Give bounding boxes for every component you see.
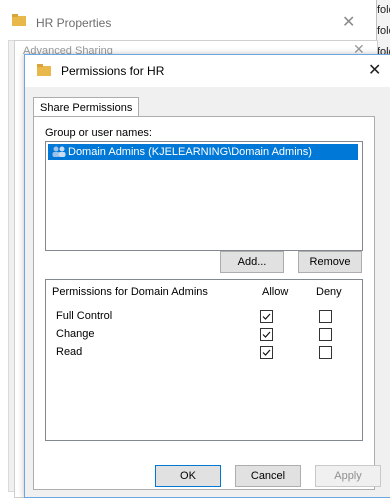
header-allow: Allow — [262, 286, 289, 298]
tab-share-permissions[interactable]: Share Permissions — [33, 97, 139, 118]
deny-checkbox[interactable] — [319, 310, 332, 323]
folder-icon — [37, 64, 51, 76]
list-item[interactable]: Domain Admins (KJELEARNING\Domain Admins… — [48, 144, 358, 160]
permission-name: Read — [56, 346, 83, 358]
window-title: HR Properties — [36, 16, 112, 30]
cancel-button[interactable]: Cancel — [235, 465, 301, 487]
header-deny: Deny — [316, 286, 342, 298]
check-icon — [262, 349, 271, 356]
group-list[interactable]: Domain Admins (KJELEARNING\Domain Admins… — [45, 141, 363, 251]
check-icon — [262, 331, 271, 338]
close-icon[interactable]: ✕ — [368, 60, 381, 80]
group-label: Group or user names: — [45, 127, 152, 139]
header-permissions: Permissions for Domain Admins — [52, 286, 208, 298]
deny-checkbox[interactable] — [319, 346, 332, 359]
folder-icon — [12, 14, 26, 26]
table-row: Read — [46, 344, 362, 362]
close-icon[interactable]: ✕ — [342, 12, 355, 32]
remove-button[interactable]: Remove — [298, 251, 362, 273]
permission-name: Full Control — [56, 310, 113, 322]
permissions-table: Permissions for Domain Admins Allow Deny… — [45, 279, 363, 441]
permissions-dialog: Permissions for HR ✕ Share Permissions G… — [24, 54, 390, 498]
peek-text: folde — [377, 4, 390, 16]
table-row: Change — [46, 326, 362, 344]
add-button[interactable]: Add... — [220, 251, 284, 273]
table-row: Full Control — [46, 308, 362, 326]
permission-name: Change — [56, 328, 95, 340]
table-header: Permissions for Domain Admins Allow Deny — [46, 286, 362, 300]
ok-button[interactable]: OK — [155, 465, 221, 487]
allow-checkbox[interactable] — [260, 346, 273, 359]
check-icon — [262, 313, 271, 320]
allow-checkbox[interactable] — [260, 310, 273, 323]
tab-label: Share Permissions — [40, 102, 133, 114]
list-item-label: Domain Admins (KJELEARNING\Domain Admins… — [68, 146, 312, 158]
peek-text: folde — [377, 25, 390, 37]
title-bar: Permissions for HR ✕ — [25, 55, 390, 87]
users-icon — [52, 146, 66, 157]
apply-button[interactable]: Apply — [315, 465, 381, 487]
dialog-title: Permissions for HR — [61, 64, 165, 78]
allow-checkbox[interactable] — [260, 328, 273, 341]
deny-checkbox[interactable] — [319, 328, 332, 341]
